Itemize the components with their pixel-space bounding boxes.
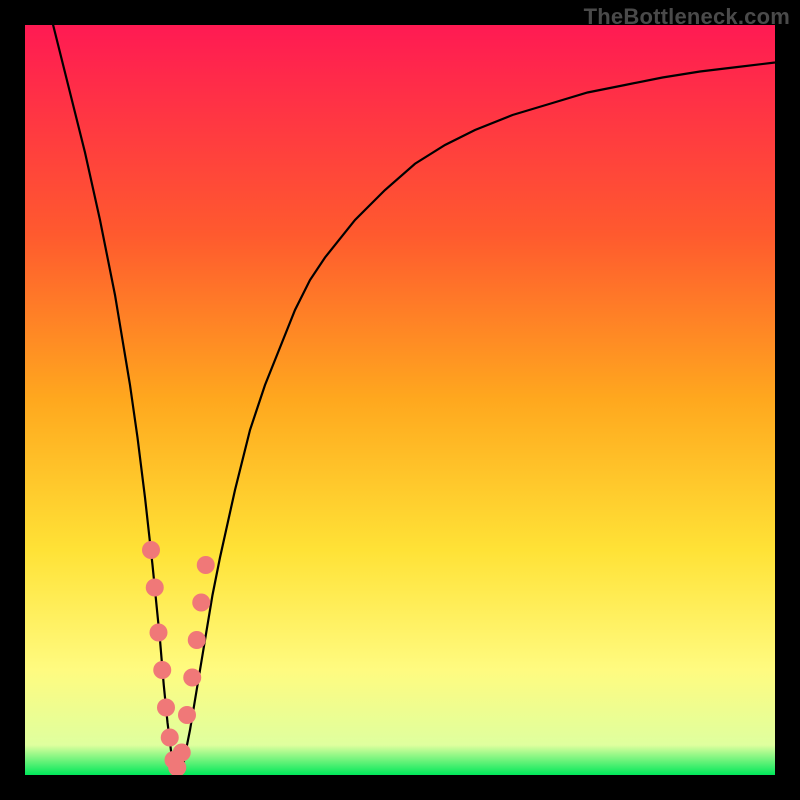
chart-frame: TheBottleneck.com (0, 0, 800, 800)
data-marker (183, 669, 201, 687)
plot-area (25, 25, 775, 775)
data-marker (157, 699, 175, 717)
data-marker (150, 624, 168, 642)
data-marker (192, 594, 210, 612)
gradient-background (25, 25, 775, 775)
data-marker (142, 541, 160, 559)
data-marker (153, 661, 171, 679)
data-marker (197, 556, 215, 574)
plot-svg (25, 25, 775, 775)
data-marker (173, 744, 191, 762)
watermark-text: TheBottleneck.com (584, 4, 790, 30)
data-marker (146, 579, 164, 597)
data-marker (161, 729, 179, 747)
data-marker (188, 631, 206, 649)
data-marker (178, 706, 196, 724)
